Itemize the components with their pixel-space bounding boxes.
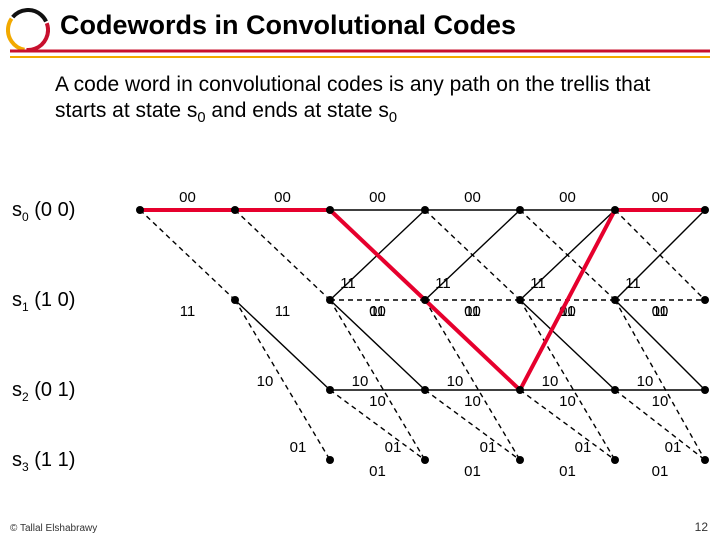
slide-description: A code word in convolutional codes is an… <box>55 72 665 128</box>
trellis-edge <box>140 210 235 300</box>
copyright: © Tallal Elshabrawy <box>10 523 97 534</box>
edge-weight: 10 <box>559 393 576 410</box>
edge-weight: 00 <box>464 189 481 206</box>
edge-weight: 11 <box>435 275 451 292</box>
edge-weight: 00 <box>559 189 576 206</box>
highlight-path-segment <box>520 210 615 390</box>
trellis-diagram: s0 (0 0) s1 (1 0) s2 (0 1) s3 (1 1) 00 00 00 00… <box>0 170 720 500</box>
trellis-edge <box>520 300 615 460</box>
edge-weight: 01 <box>369 463 386 480</box>
edge-weight: 01 <box>652 463 669 480</box>
logo-icon <box>6 8 50 52</box>
edge-weight: 11 <box>275 303 291 320</box>
edge-weight: 10 <box>637 373 654 390</box>
edge-weight: 10 <box>352 373 369 390</box>
trellis-edge <box>615 300 705 460</box>
edge-weight: 00 <box>274 189 291 206</box>
edge-weight: 10 <box>542 373 559 390</box>
edge-weight: 11 <box>340 275 356 292</box>
edge-weight: 10 <box>257 373 274 390</box>
page-title: Codewords in Convolutional Codes <box>60 10 516 41</box>
title-rules <box>10 48 710 62</box>
edge-weight: 01 <box>665 439 682 456</box>
edge-weight: 00 <box>652 189 669 206</box>
edge-weight: 10 <box>369 393 386 410</box>
state-label: s3 (1 1) <box>12 449 75 474</box>
edge-weight: 00 <box>369 189 386 206</box>
page-number: 12 <box>695 520 708 534</box>
edge-weight: 11 <box>625 275 641 292</box>
edge-weight: 01 <box>559 463 576 480</box>
edge-weight: 10 <box>464 393 481 410</box>
edge-weight: 01 <box>290 439 307 456</box>
edge-weight: 10 <box>447 373 464 390</box>
edge-weight: 10 <box>652 393 669 410</box>
state-label: s0 (0 0) <box>12 199 75 224</box>
edge-weight: 11 <box>180 303 196 320</box>
state-label: s1 (1 0) <box>12 289 75 314</box>
edge-weight: 00 <box>464 303 481 320</box>
trellis-edge <box>330 300 425 460</box>
trellis-edge <box>235 300 330 460</box>
edge-weight: 00 <box>652 303 669 320</box>
trellis-edge <box>425 300 520 460</box>
edge-weight: 00 <box>369 303 386 320</box>
edge-weight: 00 <box>179 189 196 206</box>
trellis-edge <box>235 210 330 300</box>
state-label: s2 (0 1) <box>12 379 75 404</box>
edge-weight: 01 <box>464 463 481 480</box>
edge-weight: 11 <box>530 275 546 292</box>
